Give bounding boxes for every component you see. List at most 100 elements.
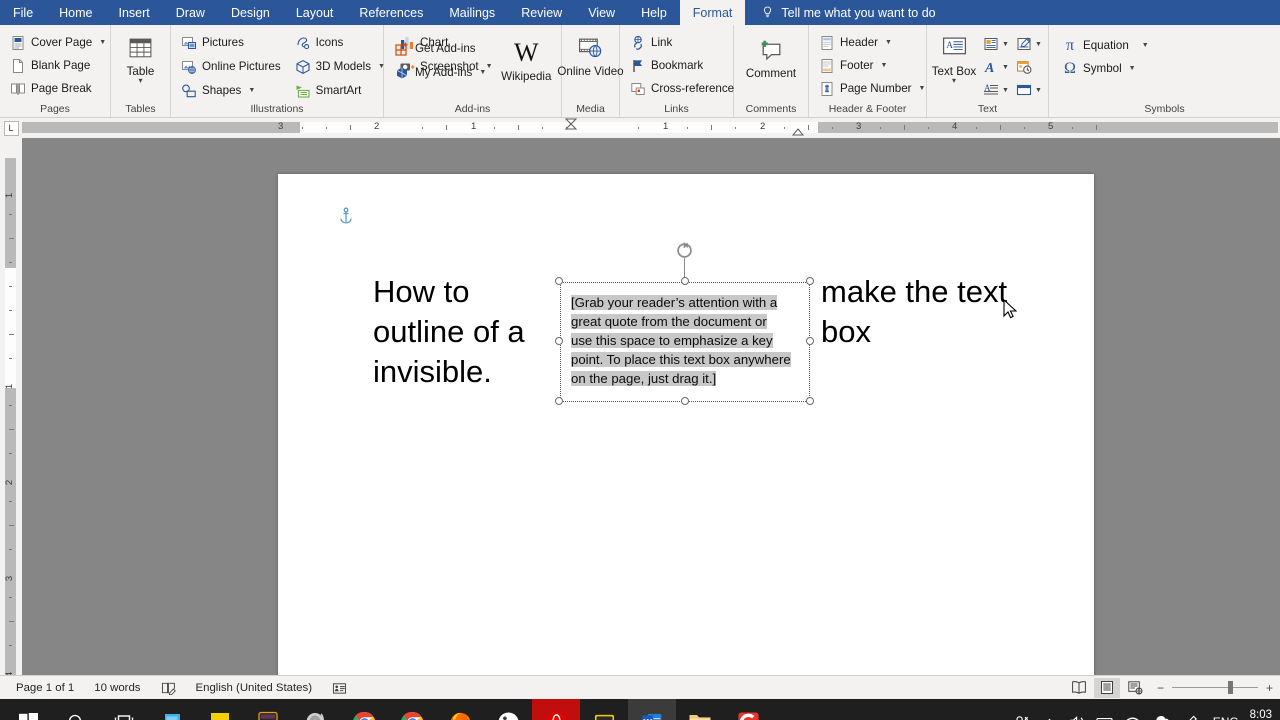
status-language[interactable]: English (United States) bbox=[186, 682, 323, 694]
left-indent-marker[interactable] bbox=[563, 118, 579, 138]
media-player-app[interactable] bbox=[292, 699, 340, 720]
tab-mailings[interactable]: Mailings bbox=[436, 0, 508, 25]
tab-selector[interactable]: L bbox=[0, 118, 22, 138]
photo-viewer-app[interactable] bbox=[484, 699, 532, 720]
page-number-button[interactable]: Page Number ▼ bbox=[814, 77, 930, 100]
right-indent-marker[interactable] bbox=[791, 128, 805, 138]
pictures-button[interactable]: Pictures bbox=[176, 31, 286, 54]
text-box-button[interactable]: A Text Box ▾ bbox=[932, 32, 976, 85]
signature-line-button[interactable]: ▼ bbox=[1013, 34, 1045, 54]
bookmark-button[interactable]: Bookmark bbox=[625, 54, 708, 77]
chevron-down-icon[interactable]: ▼ bbox=[1142, 42, 1149, 49]
resize-handle-s[interactable] bbox=[681, 397, 689, 405]
header-button[interactable]: Header ▼ bbox=[814, 31, 897, 54]
chrome-beta-app[interactable] bbox=[388, 699, 436, 720]
pen-button[interactable] bbox=[1176, 699, 1204, 720]
network-button[interactable] bbox=[1120, 699, 1148, 720]
quick-parts-button[interactable]: ▼ bbox=[980, 34, 1012, 54]
tab-file[interactable]: File bbox=[0, 0, 46, 25]
document-paragraph-left[interactable]: How to outline of a invisible. bbox=[373, 272, 553, 392]
chrome-app[interactable] bbox=[340, 699, 388, 720]
new-comment-button[interactable]: Comment bbox=[739, 35, 803, 81]
tab-design[interactable]: Design bbox=[218, 0, 283, 25]
chevron-down-icon[interactable]: ▾ bbox=[952, 77, 956, 85]
tell-me-search[interactable]: Tell me what you want to do bbox=[745, 0, 947, 25]
resize-handle-sw[interactable] bbox=[555, 397, 563, 405]
resize-handle-w[interactable] bbox=[555, 337, 563, 345]
drop-cap-button[interactable]: A ▼ bbox=[980, 80, 1012, 100]
chevron-down-icon[interactable]: ▼ bbox=[1002, 41, 1009, 48]
show-hidden-icons-button[interactable] bbox=[1036, 699, 1064, 720]
document-canvas[interactable]: How to outline of a invisible. make the … bbox=[22, 138, 1280, 675]
tab-help[interactable]: Help bbox=[628, 0, 680, 25]
cover-page-button[interactable]: Cover Page ▼ bbox=[5, 31, 111, 54]
onedrive-button[interactable] bbox=[1148, 699, 1176, 720]
word-app[interactable]: W bbox=[628, 699, 676, 720]
tab-insert[interactable]: Insert bbox=[106, 0, 163, 25]
online-video-button[interactable]: Online Video bbox=[557, 32, 624, 79]
sticky-notes-app[interactable] bbox=[196, 699, 244, 720]
tab-review[interactable]: Review bbox=[508, 0, 575, 25]
resize-handle-nw[interactable] bbox=[555, 277, 563, 285]
zoom-slider-thumb[interactable] bbox=[1228, 681, 1233, 694]
3d-models-button[interactable]: 3D Models ▼ bbox=[290, 55, 390, 78]
wikipedia-button[interactable]: W Wikipedia bbox=[497, 37, 555, 84]
chevron-down-icon[interactable]: ▼ bbox=[248, 87, 255, 94]
tab-references[interactable]: References bbox=[346, 0, 436, 25]
view-web-layout-button[interactable] bbox=[1122, 678, 1148, 698]
tab-home[interactable]: Home bbox=[46, 0, 105, 25]
chevron-down-icon[interactable]: ▼ bbox=[99, 39, 106, 46]
resize-handle-n[interactable] bbox=[681, 277, 689, 285]
status-word-count[interactable]: 10 words bbox=[84, 682, 150, 694]
tab-layout[interactable]: Layout bbox=[283, 0, 347, 25]
task-view-button[interactable] bbox=[100, 699, 148, 720]
resize-handle-ne[interactable] bbox=[806, 277, 814, 285]
search-button[interactable] bbox=[52, 699, 100, 720]
battery-button[interactable] bbox=[1092, 699, 1120, 720]
zoom-slider-track[interactable] bbox=[1172, 681, 1258, 694]
text-box-content[interactable]: [Grab your reader’s attention with a gre… bbox=[571, 293, 791, 388]
volume-button[interactable] bbox=[1064, 699, 1092, 720]
get-add-ins-button[interactable]: Get Add-ins bbox=[389, 37, 491, 60]
document-paragraph-right[interactable]: make the text box bbox=[821, 272, 1041, 352]
my-add-ins-button[interactable]: My Add-ins ▼ bbox=[389, 61, 491, 84]
horizontal-ruler[interactable]: 3 2 1 1 2 3 4 5 bbox=[22, 118, 1280, 138]
language-indicator[interactable]: ENG bbox=[1204, 715, 1248, 720]
view-print-layout-button[interactable] bbox=[1094, 677, 1120, 698]
link-button[interactable]: Link bbox=[625, 31, 677, 54]
rotate-handle-icon[interactable] bbox=[675, 241, 694, 260]
zoom-out-button[interactable]: − bbox=[1156, 681, 1165, 695]
table-button[interactable]: Table ▾ bbox=[116, 33, 165, 85]
chevron-down-icon[interactable]: ▼ bbox=[1002, 64, 1009, 71]
date-time-button[interactable] bbox=[1013, 57, 1035, 77]
cross-reference-button[interactable]: Cross-reference bbox=[625, 77, 739, 100]
text-box-shape[interactable]: [Grab your reader’s attention with a gre… bbox=[555, 242, 814, 405]
zoom-in-button[interactable]: + bbox=[1265, 681, 1274, 695]
wordart-button[interactable]: A ▼ bbox=[980, 57, 1012, 77]
icons-button[interactable]: Icons bbox=[290, 31, 390, 54]
chevron-down-icon[interactable]: ▼ bbox=[1035, 41, 1042, 48]
tab-draw[interactable]: Draw bbox=[163, 0, 218, 25]
page-break-button[interactable]: Page Break bbox=[5, 77, 97, 100]
tab-view[interactable]: View bbox=[575, 0, 628, 25]
resize-handle-e[interactable] bbox=[806, 337, 814, 345]
chevron-down-icon[interactable]: ▼ bbox=[1129, 65, 1136, 72]
resize-handle-se[interactable] bbox=[806, 397, 814, 405]
shapes-button[interactable]: Shapes ▼ bbox=[176, 79, 286, 102]
chevron-down-icon[interactable]: ▼ bbox=[885, 39, 892, 46]
chevron-down-icon[interactable]: ▼ bbox=[1002, 87, 1009, 94]
start-button[interactable] bbox=[4, 699, 52, 720]
file-explorer-app[interactable] bbox=[676, 699, 724, 720]
chevron-down-icon[interactable]: ▾ bbox=[138, 77, 142, 85]
camtasia-app[interactable] bbox=[724, 699, 772, 720]
chevron-down-icon[interactable]: ▼ bbox=[1035, 87, 1042, 94]
status-page-number[interactable]: Page 1 of 1 bbox=[6, 682, 84, 694]
view-read-mode-button[interactable] bbox=[1066, 678, 1092, 698]
status-accessibility[interactable] bbox=[322, 681, 357, 695]
document-page[interactable]: How to outline of a invisible. make the … bbox=[278, 174, 1094, 675]
tab-format[interactable]: Format bbox=[679, 0, 746, 25]
smartart-button[interactable]: SmartArt bbox=[290, 79, 390, 102]
blank-page-button[interactable]: Blank Page bbox=[5, 54, 95, 77]
equation-button[interactable]: π Equation ▼ bbox=[1057, 34, 1154, 57]
footer-button[interactable]: Footer ▼ bbox=[814, 54, 892, 77]
